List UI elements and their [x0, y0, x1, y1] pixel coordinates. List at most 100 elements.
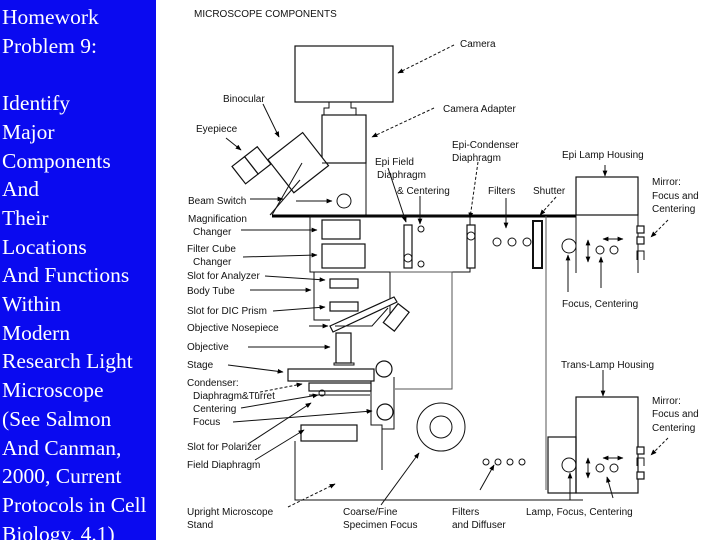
epi-lamp-focus-knob [561, 238, 577, 254]
label-filter-cube-1: Filter Cube [187, 244, 236, 255]
analyzer-slot [329, 278, 359, 289]
coarse-focus-knob [416, 402, 466, 452]
label-eyepiece: Eyepiece [196, 124, 238, 135]
problem-text-line: Major [2, 119, 55, 144]
camera-body [294, 45, 394, 103]
epi-centering-knob-1 [417, 225, 425, 233]
problem-statement-text: Homework Problem 9: Identify Major Componen… [2, 3, 156, 540]
epi-lamp-centering-knob [595, 245, 605, 255]
problem-text-line: Locations [2, 234, 87, 259]
label-objective: Objective [187, 342, 229, 353]
label-magnification-1: Magnification [188, 214, 247, 225]
dic-prism-slot [329, 301, 359, 312]
problem-text-line: Problem 9: [2, 33, 97, 58]
filter-circle [522, 237, 532, 247]
epi-centering-knob-2 [417, 260, 425, 268]
label-upright-stand-1: Upright Microscope [187, 507, 274, 518]
label-mirror-top-1: Mirror: [652, 177, 681, 188]
problem-text-line: Identify [2, 91, 71, 116]
camera-mount [323, 102, 357, 115]
problem-text-line: (See Salmon [2, 406, 112, 431]
label-epi-field-3: & Centering [397, 186, 450, 197]
problem-text-line: 2000, Current [2, 464, 122, 489]
eyepiece [231, 145, 272, 185]
label-body-tube: Body Tube [187, 286, 235, 297]
epi-condenser-slider [466, 224, 476, 269]
problem-text-line: Components [2, 148, 111, 173]
microscope-stand-base [294, 441, 583, 501]
label-epi-field-2: Diaphragm [377, 170, 426, 181]
filters-and-diffuser [482, 458, 526, 466]
label-binocular: Binocular [223, 94, 265, 105]
specimen-slide [333, 362, 355, 366]
problem-text-line: Microscope [2, 378, 104, 403]
label-filters-diffuser-1: Filters [452, 507, 479, 518]
label-centering: Centering [193, 404, 236, 415]
label-filters-diffuser-2: and Diffuser [452, 520, 506, 531]
label-mirror-top-2: Focus and [652, 191, 699, 202]
beam-switch-knob [336, 193, 352, 209]
epi-lamp-centering-knob [609, 245, 619, 255]
label-epi-field-1: Epi Field [375, 157, 414, 168]
label-shutter: Shutter [533, 186, 566, 197]
condenser [308, 382, 372, 392]
label-upright-stand-2: Stand [187, 520, 213, 531]
label-mirror-bot-2: Focus and [652, 409, 699, 420]
label-trans-lamp: Trans-Lamp Housing [561, 360, 654, 371]
binocular-head [267, 131, 330, 194]
problem-text-line: And [2, 177, 40, 202]
filter-circle [507, 237, 517, 247]
stage [287, 368, 375, 382]
stage-knob [375, 360, 393, 378]
trans-lamp-centering-knob [609, 463, 619, 473]
microscope-diagram: MICROSCOPE COMPONENTS Camera Camera Adap… [156, 0, 720, 540]
objective [335, 332, 352, 364]
label-epi-condenser-1: Epi-Condenser [452, 140, 519, 151]
condenser-focus-knob [376, 403, 394, 421]
label-stage: Stage [187, 360, 214, 371]
label-nosepiece: Objective Nosepiece [187, 323, 279, 334]
trans-lamp-focus-knob [561, 457, 577, 473]
label-magnification-2: Changer [193, 227, 232, 238]
problem-statement-panel: Homework Problem 9: Identify Major Componen… [0, 0, 156, 540]
label-beam-switch: Beam Switch [188, 196, 246, 207]
problem-text-line [2, 60, 156, 89]
problem-text-line: And Functions [2, 263, 130, 288]
diagram-title: MICROSCOPE COMPONENTS [194, 9, 337, 20]
fine-focus-knob [429, 415, 453, 439]
label-focus: Focus [193, 417, 220, 428]
label-field-diaphragm: Field Diaphragm [187, 460, 260, 471]
label-camera: Camera [460, 39, 496, 50]
filter-circle [492, 237, 502, 247]
microscope-arm [390, 271, 453, 390]
shutter [532, 220, 543, 269]
label-coarse-fine-2: Specimen Focus [343, 520, 417, 531]
camera-adapter [321, 114, 367, 164]
label-focus-centering: Focus, Centering [562, 299, 638, 310]
label-filter-cube-2: Changer [193, 257, 232, 268]
label-slot-analyzer: Slot for Analyzer [187, 271, 260, 282]
problem-text-line: And Canman, [2, 435, 122, 460]
label-slot-polarizer: Slot for Polarizer [187, 442, 262, 453]
problem-text-line: Within [2, 292, 61, 317]
problem-text-line: Research Light [2, 349, 133, 374]
filter-cube-changer [321, 243, 366, 269]
stand-pillar [370, 377, 395, 470]
magnification-changer [321, 219, 361, 240]
label-mirror-top-3: Centering [652, 204, 695, 215]
problem-text-line: Protocols in Cell [2, 492, 147, 517]
label-mirror-bot-3: Centering [652, 423, 695, 434]
problem-text-line: Biology, 4.1) [2, 521, 115, 540]
label-mirror-bot-1: Mirror: [652, 396, 681, 407]
label-epi-condenser-2: Diaphragm [452, 153, 501, 164]
label-slot-dic: Slot for DIC Prism [187, 306, 267, 317]
problem-text-line: Their [2, 205, 49, 230]
epi-lamp-housing-sides [575, 215, 639, 273]
label-coarse-fine-1: Coarse/Fine [343, 507, 398, 518]
label-diaphragm-turret: Diaphragm&Turret [193, 391, 275, 402]
label-filters-top: Filters [488, 186, 515, 197]
trans-lamp-centering-knob [595, 463, 605, 473]
label-lamp-focus: Lamp, Focus, Centering [526, 507, 633, 518]
problem-text-line: Modern [2, 320, 71, 345]
label-camera-adapter: Camera Adapter [443, 104, 516, 115]
